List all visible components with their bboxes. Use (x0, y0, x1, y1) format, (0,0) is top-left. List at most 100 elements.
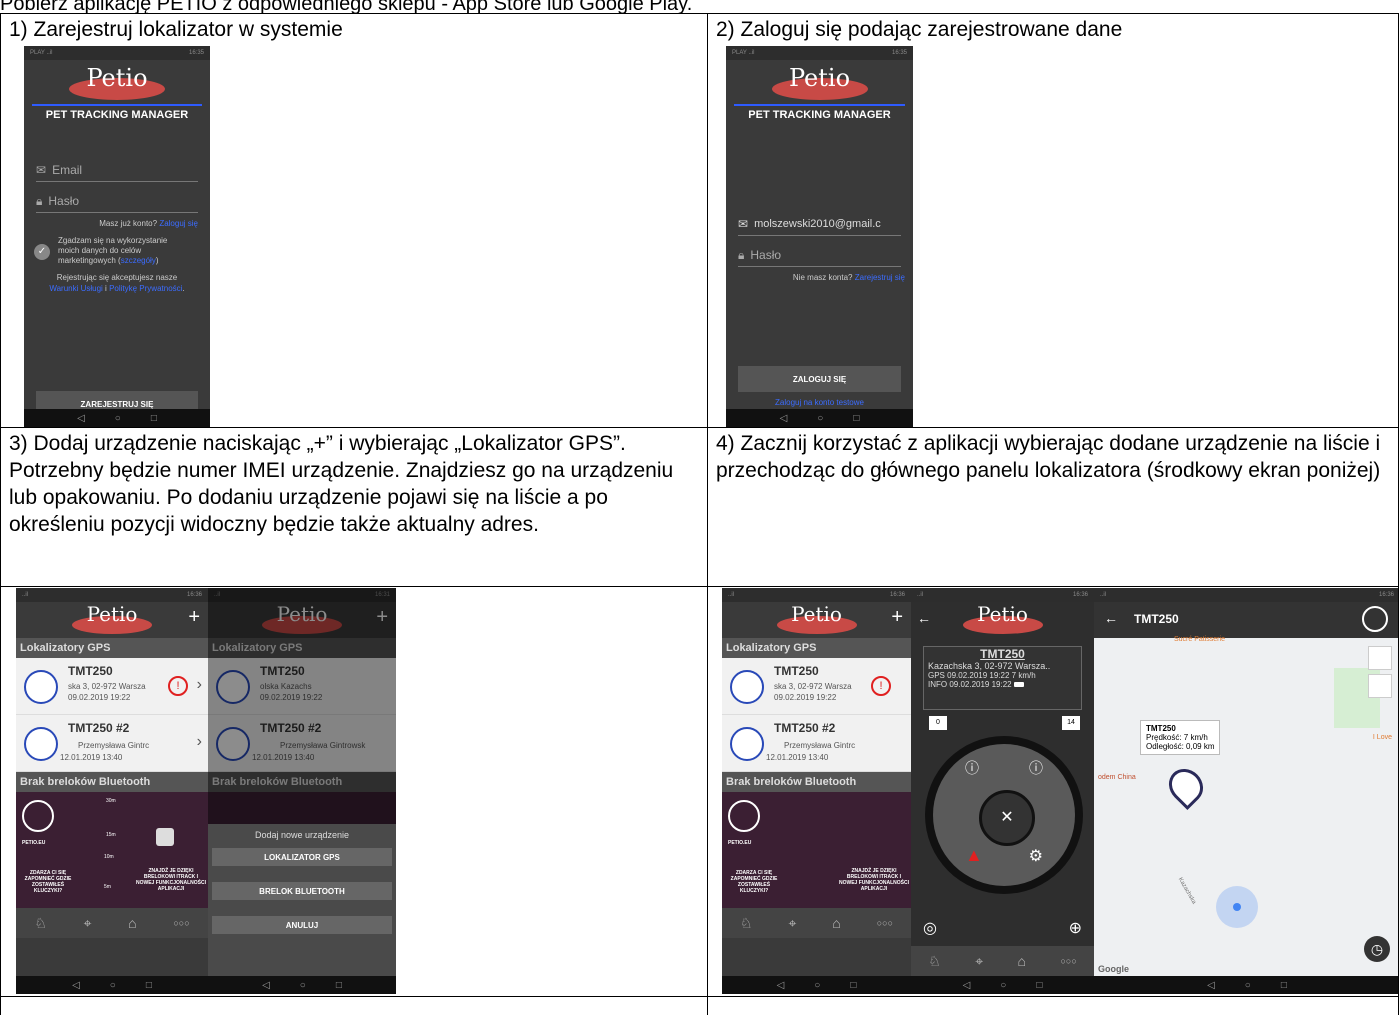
map-view[interactable]: Sucré Patisserie TMT250 Prędkość: 7 km/h… (1094, 636, 1398, 976)
login-button[interactable]: ZALOGUJ SIĘ (738, 366, 901, 392)
home-circle-icon[interactable]: ○ (1000, 980, 1006, 991)
map-title: TMT250 (1134, 612, 1179, 626)
recents-square-icon[interactable]: □ (853, 413, 859, 424)
gps-section-header: Lokalizatory GPS (16, 638, 208, 658)
home-circle-icon[interactable]: ○ (817, 413, 823, 424)
more-tab-icon[interactable]: ○○○ (173, 918, 189, 928)
home-circle-icon[interactable]: ○ (1245, 980, 1251, 991)
track-route-icon[interactable]: ✕ (979, 790, 1035, 846)
cancel-button[interactable]: ANULUJ (212, 916, 392, 934)
password-field[interactable]: 🔒︎ Hasło (36, 190, 198, 213)
privacy-link[interactable]: Politykę Prywatności (109, 284, 182, 293)
bluetooth-tag-button[interactable]: BRELOK BLUETOOTH (212, 882, 392, 900)
my-location-button[interactable] (1368, 646, 1392, 670)
lock-icon: 🔒︎ (738, 248, 745, 262)
app-logo: Petio (24, 60, 210, 104)
instruction-table: 1) Zarejestruj lokalizator w systemie PL… (0, 13, 1399, 1015)
back-triangle-icon[interactable]: ◁ (72, 980, 80, 991)
android-navbar: ◁ ○ □ (24, 409, 210, 427)
recents-square-icon[interactable]: □ (1036, 980, 1042, 991)
recents-square-icon[interactable]: □ (1281, 980, 1287, 991)
register-screen: PLAY ..il 16:35 Petio PET TRACKING MANAGE… (24, 46, 210, 427)
dialog-title: Dodaj nowe urządzenie (254, 830, 350, 840)
balance-badge[interactable]: 0 (929, 716, 947, 730)
gps-locator-button[interactable]: LOKALIZATOR GPS (212, 848, 392, 866)
add-device-dialog: Dodaj nowe urządzenie LOKALIZATOR GPS BR… (208, 824, 396, 976)
warning-icon[interactable]: ▲ (965, 845, 983, 866)
lock-icon: 🔒︎ (36, 194, 43, 208)
map-tab-icon[interactable]: ⌖ (84, 915, 92, 932)
recents-square-icon[interactable]: □ (146, 980, 152, 991)
google-logo: Google (1098, 964, 1129, 974)
app-subtitle: PET TRACKING MANAGER (32, 104, 202, 121)
alert-outline-icon-left[interactable]: ⓘ (965, 758, 979, 778)
recents-square-icon[interactable]: □ (850, 980, 856, 991)
back-triangle-icon[interactable]: ◁ (262, 980, 270, 991)
add-device-screen: ..il 16:31 Petio + Lokalizatory GPS TMT25… (208, 588, 396, 994)
details-link[interactable]: szczegóły (121, 256, 156, 265)
sms-counter-badge[interactable]: 14 (1062, 716, 1080, 730)
home-tab-icon[interactable]: ⌂ (128, 915, 136, 931)
home-circle-icon[interactable]: ○ (115, 413, 121, 424)
list-item[interactable]: TMT250 #2 Przemysława Gintrc 12.01.2019 13… (722, 715, 911, 772)
recents-square-icon[interactable]: □ (336, 980, 342, 991)
app-logo: Petio (726, 60, 913, 104)
test-account-link[interactable]: Zaloguj na konto testowe (726, 398, 913, 407)
back-triangle-icon[interactable]: ◁ (963, 980, 971, 991)
step-4-image-cell: ..il 16:36 Petio + Lokalizatory GPS TMT25… (707, 586, 1399, 997)
home-tab-icon[interactable]: ⌂ (1018, 953, 1026, 969)
chevron-right-icon: › (196, 733, 202, 750)
dog-avatar-icon (24, 727, 58, 761)
back-triangle-icon[interactable]: ◁ (77, 413, 85, 424)
settings-gear-icon[interactable]: ⚙ (1029, 846, 1043, 866)
back-triangle-icon[interactable]: ◁ (1207, 980, 1215, 991)
map-tab-icon[interactable]: ⌖ (975, 953, 983, 970)
back-triangle-icon[interactable]: ◁ (780, 413, 788, 424)
login-screen: PLAY ..il 16:35 Petio PET TRACKING MANAGE… (726, 46, 913, 427)
register-link[interactable]: Zarejestruj się (855, 273, 905, 282)
list-item[interactable]: TMT250 #2 Przemysława Gintrc 12.01.2019 … (16, 715, 208, 772)
alert-icon: ! (168, 676, 188, 696)
list-item[interactable]: TMT250 ska 3, 02-972 Warsza 09.02.2019 1… (16, 658, 208, 715)
device-panel-screen: ..il 16:36 ← Petio TMT250 Kazachska 3, 02… (911, 588, 1094, 994)
email-field[interactable]: ✉ molszewski2010@gmail.c (738, 213, 901, 236)
back-arrow-icon[interactable]: ← (1104, 610, 1118, 626)
home-circle-icon[interactable]: ○ (814, 980, 820, 991)
list-item[interactable]: TMT250 ska 3, 02-972 Warsza 09.02.2019 19:… (722, 658, 911, 715)
device-info-box: TMT250 Kazachska 3, 02-972 Warsza.. GPS … (923, 646, 1082, 710)
step-1-caption: 1) Zarejestruj lokalizator w systemie (9, 18, 343, 41)
add-device-button[interactable]: + (188, 606, 200, 629)
recents-square-icon[interactable]: □ (151, 413, 157, 424)
stats-icon[interactable]: ⊕ (1069, 918, 1082, 938)
dog-tab-icon[interactable]: ♘ (34, 915, 47, 932)
home-tab-icon[interactable]: ⌂ (832, 915, 840, 931)
back-triangle-icon[interactable]: ◁ (777, 980, 785, 991)
map-tab-icon[interactable]: ⌖ (788, 915, 796, 932)
layers-button[interactable] (1368, 674, 1392, 698)
add-device-button[interactable]: + (891, 606, 903, 629)
alert-outline-icon-right[interactable]: ⓘ (1029, 758, 1043, 778)
locate-target-icon[interactable] (1362, 606, 1388, 632)
status-bar: PLAY ..il 16:35 (24, 46, 210, 60)
email-field[interactable]: ✉ Email (36, 159, 198, 182)
dog-tab-icon[interactable]: ♘ (740, 915, 753, 932)
dog-avatar-icon (730, 727, 764, 761)
home-circle-icon[interactable]: ○ (300, 980, 306, 991)
password-field[interactable]: 🔒︎ Hasło (738, 244, 901, 267)
battery-icon (1013, 682, 1024, 687)
mail-icon: ✉ (36, 163, 47, 177)
consent-checkbox[interactable]: ✓ (34, 244, 50, 260)
history-clock-icon[interactable]: ◷ (1364, 936, 1390, 962)
device-pin-icon[interactable] (1161, 761, 1211, 811)
dog-avatar-icon (730, 670, 764, 704)
sound-icon[interactable]: ◎ (923, 918, 937, 938)
step-3-caption-cell: 3) Dodaj urządzenie naciskając „+” i wyb… (0, 427, 708, 587)
device-list-screen: ..il 16:36 Petio + Lokalizatory GPS TMT25… (16, 588, 208, 994)
home-circle-icon[interactable]: ○ (110, 980, 116, 991)
terms-link[interactable]: Warunki Usługi (49, 284, 103, 293)
status-bar: PLAY ..il 16:35 (726, 46, 913, 60)
chevron-right-icon: › (196, 676, 202, 693)
dog-tab-icon[interactable]: ♘ (928, 953, 941, 970)
device-address: Kazachska 3, 02-972 Warsza.. (928, 661, 1051, 671)
login-link[interactable]: Zaloguj się (159, 219, 198, 228)
